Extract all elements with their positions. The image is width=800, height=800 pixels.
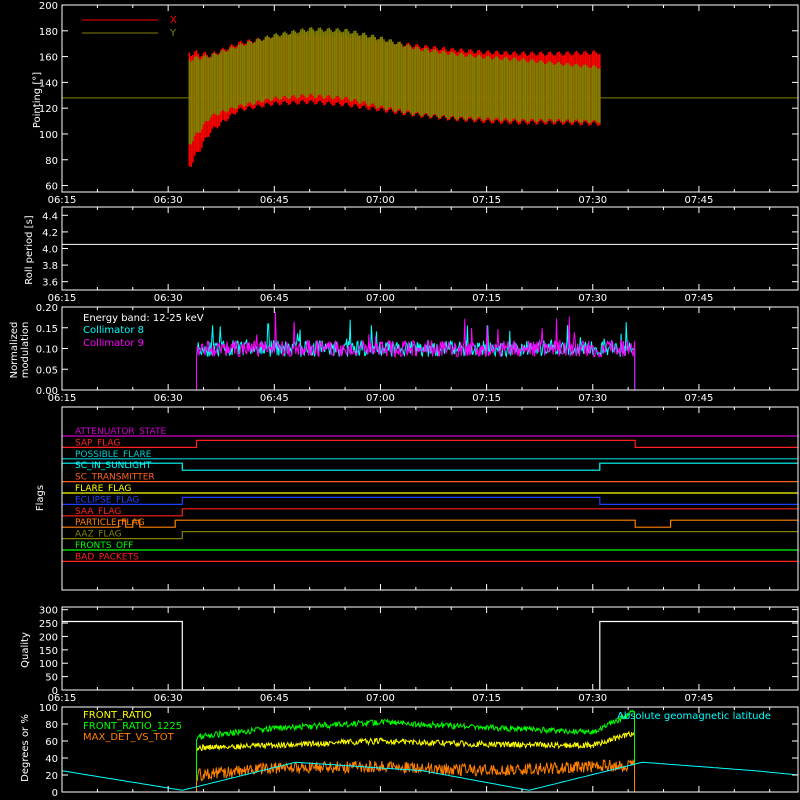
modulation-x-ticklabel: 07:30 <box>578 393 607 404</box>
pointing-y-ticklabel: 60 <box>45 182 58 193</box>
ratios-y-ticklabel: 40 <box>45 754 58 765</box>
flags-ylabel: Flags <box>35 485 46 511</box>
roll-y-ticklabel: 4.2 <box>42 228 58 239</box>
modulation-y-ticklabel: 0.05 <box>36 365 58 376</box>
flag-label-PARTICLE_FLAG: PARTICLE_FLAG <box>75 518 145 528</box>
ratios-y-ticklabel: 20 <box>45 771 58 782</box>
pointing-x-ticklabel: 07:00 <box>366 195 395 206</box>
pointing-y-ticklabel: 200 <box>39 1 58 12</box>
geomagnetic-latitude-annotation: Absolute geomagnetic latitude <box>617 711 771 722</box>
flag-label-FLARE_FLAG: FLARE_FLAG <box>75 484 131 494</box>
flag-label-BAD_PACKETS: BAD_PACKETS <box>75 552 139 562</box>
quality-x-ticklabel: 07:45 <box>685 693 714 704</box>
flag-label-ECLIPSE_FLAG: ECLIPSE_FLAG <box>75 495 139 505</box>
modulation-y-ticklabel: 0.10 <box>36 345 58 356</box>
legend-collimator-9: Collimator 9 <box>83 338 144 349</box>
pointing-y-ticklabel: 80 <box>45 156 58 167</box>
roll-x-ticklabel: 06:30 <box>154 293 183 304</box>
energy-band-annotation: Energy band: 12-25 keV <box>83 313 204 324</box>
ratios-y-ticklabel: 80 <box>45 720 58 731</box>
roll-y-ticklabel: 3.6 <box>42 278 58 289</box>
flag-label-SAP_FLAG: SAP_FLAG <box>75 438 120 448</box>
roll-x-ticklabel: 07:15 <box>472 293 501 304</box>
pointing-x-ticklabel: 06:45 <box>260 195 289 206</box>
modulation-x-ticklabel: 06:30 <box>154 393 183 404</box>
pointing-x-ticklabel: 07:45 <box>685 195 714 206</box>
modulation-x-ticklabel: 07:15 <box>472 393 501 404</box>
quality-y-ticklabel: 200 <box>39 632 58 643</box>
ratios-y-ticklabel: 60 <box>45 737 58 748</box>
ratios-ylabel: Degrees or % <box>20 714 31 782</box>
quality-y-ticklabel: 150 <box>39 646 58 657</box>
modulation-y-ticklabel: 0.15 <box>36 324 58 335</box>
legend-front-ratio-1225: FRONT_RATIO_1225 <box>83 721 182 732</box>
flag-label-SAA_FLAG: SAA_FLAG <box>75 507 121 517</box>
legend-y-label: Y <box>169 28 177 39</box>
modulation-ylabel-line1: Normalized <box>9 322 20 379</box>
roll-ylabel: Roll period [s] <box>24 215 35 284</box>
quality-x-ticklabel: 07:30 <box>578 693 607 704</box>
flag-label-ATTENUATOR_STATE: ATTENUATOR_STATE <box>75 427 167 437</box>
roll-x-ticklabel: 07:45 <box>685 293 714 304</box>
flag-label-SC_IN_SUNLIGHT: SC_IN_SUNLIGHT <box>75 461 152 471</box>
quality-x-ticklabel: 06:45 <box>260 693 289 704</box>
pointing-x-ticklabel: 07:15 <box>472 195 501 206</box>
roll-y-ticklabel: 3.8 <box>42 261 58 272</box>
flag-label-SC_TRANSMITTER: SC_TRANSMITTER <box>75 473 155 483</box>
roll-x-ticklabel: 07:30 <box>578 293 607 304</box>
roll-x-ticklabel: 07:00 <box>366 293 395 304</box>
modulation-x-ticklabel: 07:00 <box>366 393 395 404</box>
modulation-x-ticklabel: 06:45 <box>260 393 289 404</box>
pointing-y-ticklabel: 100 <box>39 130 58 141</box>
pointing-y-ticklabel: 120 <box>39 104 58 115</box>
quality-y-ticklabel: 100 <box>39 659 58 670</box>
pointing-y-ticklabel: 180 <box>39 27 58 38</box>
pointing-x-ticklabel: 06:15 <box>48 195 77 206</box>
ratios-y-ticklabel: 0 <box>52 788 58 799</box>
roll-y-ticklabel: 4.0 <box>42 245 58 256</box>
pointing-x-ticklabel: 06:30 <box>154 195 183 206</box>
legend-max-det-vs-tot: MAX_DET_VS_TOT <box>83 732 175 743</box>
pointing-y-ticklabel: 140 <box>39 78 58 89</box>
pointing-y-ticklabel: 160 <box>39 53 58 64</box>
quality-ylabel: Quality <box>20 632 31 668</box>
modulation-ylabel-line2: modulation <box>20 322 31 379</box>
modulation-y-ticklabel: 0.20 <box>36 303 58 314</box>
quality-y-ticklabel: 250 <box>39 619 58 630</box>
quality-x-ticklabel: 07:00 <box>366 693 395 704</box>
ratios-y-ticklabel: 100 <box>39 703 58 714</box>
flag-label-AAZ_FLAG: AAZ_FLAG <box>75 530 122 540</box>
quality-y-ticklabel: 300 <box>39 606 58 617</box>
legend-front-ratio: FRONT_RATIO <box>83 710 152 721</box>
legend-collimator-8: Collimator 8 <box>83 325 144 336</box>
flag-label-POSSIBLE_FLARE: POSSIBLE_FLARE <box>75 450 152 460</box>
quality-y-ticklabel: 50 <box>45 673 58 684</box>
roll-x-ticklabel: 06:45 <box>260 293 289 304</box>
legend-x-label: X <box>170 15 177 26</box>
pointing-x-ticklabel: 07:30 <box>578 195 607 206</box>
roll-y-ticklabel: 4.4 <box>42 211 58 222</box>
modulation-x-ticklabel: 06:15 <box>48 393 77 404</box>
hessi-observing-summary-chart: Pointing [°] 6080100120140160180200 06:1… <box>0 0 800 800</box>
quality-x-ticklabel: 07:15 <box>472 693 501 704</box>
flag-label-FRONTS_OFF: FRONTS_OFF <box>75 541 133 551</box>
modulation-x-ticklabel: 07:45 <box>685 393 714 404</box>
quality-x-ticklabel: 06:30 <box>154 693 183 704</box>
